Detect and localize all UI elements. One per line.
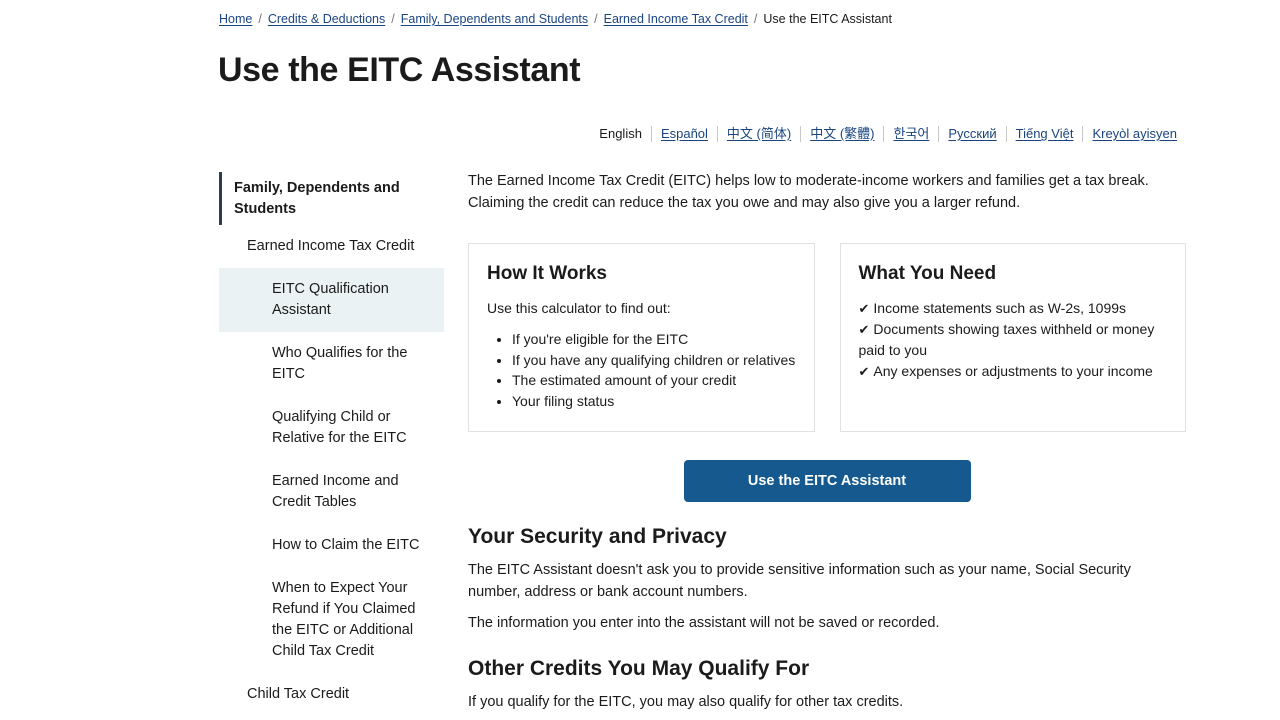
security-paragraph-2: The information you enter into the assis… xyxy=(468,615,940,631)
breadcrumb-item-4[interactable]: Earned Income Tax Credit xyxy=(604,12,748,26)
card-how-it-works-title: How It Works xyxy=(487,263,607,284)
sidebar-tail-item-1[interactable]: Child Tax Credit xyxy=(219,673,444,716)
sidebar-subitem-5[interactable]: How to Claim the EITC xyxy=(219,524,444,567)
main-content: The Earned Income Tax Credit (EITC) help… xyxy=(468,170,1186,720)
card-how-it-works: How It Works Use this calculator to find… xyxy=(468,243,815,432)
breadcrumb-separator: / xyxy=(753,12,758,26)
page-title: Use the EITC Assistant xyxy=(218,51,581,89)
breadcrumb-item-3[interactable]: Family, Dependents and Students xyxy=(401,12,588,26)
sidebar-item-family-dependents-students[interactable]: Family, Dependents and Students xyxy=(219,172,444,225)
breadcrumb-item-2[interactable]: Credits & Deductions xyxy=(268,12,385,26)
how-it-works-item-4: Your filing status xyxy=(512,391,796,412)
breadcrumb-separator: / xyxy=(391,12,395,26)
sidebar-top-label: Family, Dependents and Students xyxy=(234,180,400,217)
language-option-2[interactable]: Español xyxy=(652,126,717,142)
language-option-3[interactable]: 中文 (简体) xyxy=(718,126,800,142)
sidebar-subitem-4[interactable]: Earned Income and Credit Tables xyxy=(219,460,444,524)
sidebar-subitem-label: When to Expect Your Refund if You Claime… xyxy=(272,579,416,659)
check-icon: ✔ xyxy=(858,364,870,379)
language-option-8[interactable]: Kreyòl ayisyen xyxy=(1083,126,1186,142)
what-you-need-item-3: ✔ Any expenses or adjustments to your inc… xyxy=(858,363,1153,379)
what-you-need-item-2: ✔ Documents showing taxes withheld or mon… xyxy=(858,321,1155,358)
other-credits-paragraph: If you qualify for the EITC, you may als… xyxy=(468,694,904,710)
breadcrumb-item-5: Use the EITC Assistant xyxy=(763,12,892,26)
breadcrumb: Home / Credits & Deductions / Family, Depend… xyxy=(219,11,892,27)
sidebar-tail-item-2[interactable]: Educational Credits xyxy=(219,715,444,720)
how-it-works-item-1: If you're eligible for the EITC xyxy=(512,329,796,350)
other-credits-section-title: Other Credits You May Qualify For xyxy=(468,657,810,680)
breadcrumb-separator: / xyxy=(258,12,262,26)
language-selector: English Español 中文 (简体) 中文 (繁體) 한국어 Русский Ti… xyxy=(599,126,1186,142)
sidebar-subitem-3[interactable]: Qualifying Child or Relative for the EIT… xyxy=(219,396,444,460)
security-section-title: Your Security and Privacy xyxy=(468,525,727,548)
breadcrumb-item-1[interactable]: Home xyxy=(219,12,252,26)
language-option-7[interactable]: Tiếng Việt xyxy=(1007,126,1083,142)
card-what-you-need: What You Need ✔ Income statements such as… xyxy=(839,243,1186,432)
card-what-you-need-list: ✔ Income statements such as W-2s, 1099s ✔ D… xyxy=(859,298,1168,382)
card-how-it-works-list: If you're eligible for the EITCIf you ha… xyxy=(487,329,796,411)
check-icon: ✔ xyxy=(858,322,870,337)
sidebar-subitem-2[interactable]: Who Qualifies for the EITC xyxy=(219,332,444,396)
page-root: Home / Credits & Deductions / Family, Depend… xyxy=(0,0,1280,720)
cta-container: Use the EITC Assistant xyxy=(468,460,1186,502)
sidebar-sublist: EITC Qualification Assistant Who Qualifie… xyxy=(219,267,444,673)
how-it-works-item-3: The estimated amount of your credit xyxy=(512,370,796,391)
sidebar-subitem-label: Qualifying Child or Relative for the EIT… xyxy=(272,408,407,446)
security-paragraph-1: The EITC Assistant doesn't ask you to pr… xyxy=(468,562,1131,600)
language-option-1: English xyxy=(599,126,642,141)
language-option-5[interactable]: 한국어 xyxy=(884,126,938,142)
sidebar-subitem-label: How to Claim the EITC xyxy=(272,536,420,553)
what-you-need-item-1: ✔ Income statements such as W-2s, 1099s xyxy=(858,300,1127,316)
language-option-6[interactable]: Русский xyxy=(939,126,1005,142)
sidebar-navigation: Family, Dependents and Students Earned I… xyxy=(219,172,444,720)
breadcrumb-separator: / xyxy=(594,12,598,26)
intro-paragraph: The Earned Income Tax Credit (EITC) help… xyxy=(468,173,1149,211)
sidebar-subitem-label: Who Qualifies for the EITC xyxy=(272,344,408,382)
sidebar-tail-list: Child Tax Credit Educational Credits xyxy=(219,673,444,720)
sidebar-tail-item-label: Child Tax Credit xyxy=(247,685,350,702)
check-icon: ✔ xyxy=(858,301,870,316)
use-the-eitc-assistant-button[interactable]: Use the EITC Assistant xyxy=(683,460,971,502)
language-option-4[interactable]: 中文 (繁體) xyxy=(801,126,883,142)
sidebar-subitem-label: Earned Income and Credit Tables xyxy=(272,472,399,510)
sidebar-subitem-label: EITC Qualification Assistant xyxy=(272,280,389,318)
sidebar-level2-label: Earned Income Tax Credit xyxy=(247,238,415,254)
sidebar-subitem-1[interactable]: EITC Qualification Assistant xyxy=(219,267,444,332)
sidebar-item-earned-income-tax-credit[interactable]: Earned Income Tax Credit xyxy=(219,225,444,268)
card-how-it-works-lead: Use this calculator to find out: xyxy=(487,300,671,316)
sidebar-subitem-6[interactable]: When to Expect Your Refund if You Claime… xyxy=(219,567,444,673)
card-what-you-need-title: What You Need xyxy=(858,263,997,284)
how-it-works-item-2: If you have any qualifying children or r… xyxy=(512,350,796,371)
info-cards: How It Works Use this calculator to find… xyxy=(468,243,1186,432)
